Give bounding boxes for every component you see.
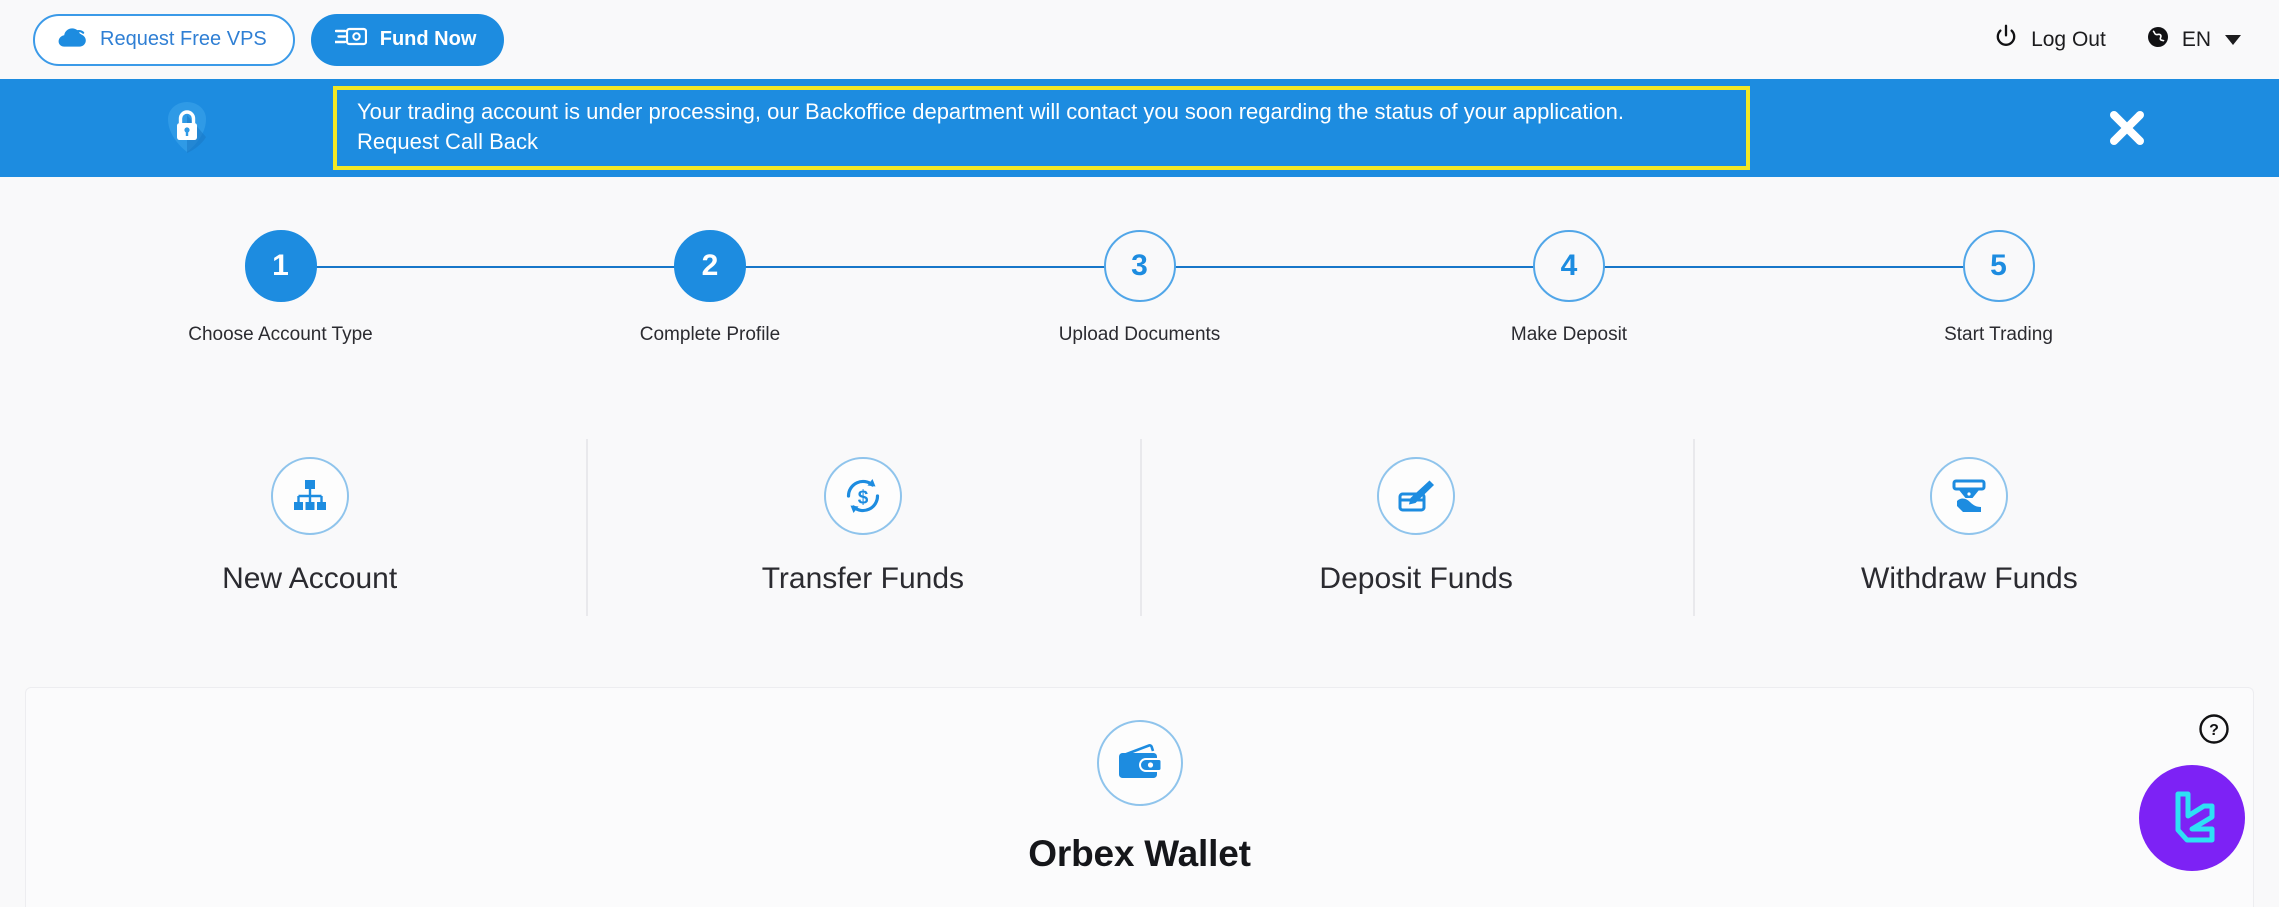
lock-shield-icon xyxy=(156,97,218,159)
power-icon xyxy=(1993,24,2019,56)
step-make-deposit[interactable]: 4 Make Deposit xyxy=(1494,230,1644,346)
onboarding-stepper: 1 Choose Account Type 2 Complete Profile… xyxy=(0,177,2279,382)
svg-text:?: ? xyxy=(2209,722,2219,739)
banner-message-text: Your trading account is under processing… xyxy=(357,99,1624,125)
org-chart-icon xyxy=(270,457,349,535)
card-pen-icon xyxy=(1377,457,1456,535)
step-number-badge: 5 xyxy=(1962,230,2035,302)
wallet-icon xyxy=(1096,720,1183,806)
step-complete-profile[interactable]: 2 Complete Profile xyxy=(635,230,785,346)
action-withdraw-funds[interactable]: Withdraw Funds xyxy=(1692,425,2246,630)
chevron-down-icon xyxy=(2225,34,2241,45)
svg-text:$: $ xyxy=(858,488,869,509)
fund-now-button[interactable]: Fund Now xyxy=(310,13,505,66)
globe-icon xyxy=(2146,25,2170,55)
step-start-trading[interactable]: 5 Start Trading xyxy=(1924,230,2074,346)
language-label: EN xyxy=(2181,27,2211,51)
step-label: Choose Account Type xyxy=(188,324,373,345)
cloud-signal-icon xyxy=(57,25,87,55)
step-label: Upload Documents xyxy=(1058,324,1221,345)
fund-now-label: Fund Now xyxy=(379,28,477,50)
step-label: Complete Profile xyxy=(639,324,781,345)
orbex-wallet-panel: Orbex Wallet xyxy=(25,687,2254,907)
step-number-badge: 4 xyxy=(1533,230,1605,302)
action-label: Transfer Funds xyxy=(761,562,965,595)
logout-label: Log Out xyxy=(2031,27,2106,51)
request-free-vps-button[interactable]: Request Free VPS xyxy=(33,13,295,66)
quick-actions-row: New Account $ Transfer Funds Deposit Fun… xyxy=(33,425,2246,630)
atm-cash-icon xyxy=(1930,457,2009,535)
request-call-back-link[interactable]: Request Call Back xyxy=(357,127,1732,157)
step-number-badge: 2 xyxy=(674,230,746,302)
fast-payment-icon xyxy=(333,26,367,54)
step-label: Make Deposit xyxy=(1510,324,1628,345)
banner-message-box: Your trading account is under processing… xyxy=(333,86,1750,170)
action-new-account[interactable]: New Account xyxy=(33,425,586,630)
header-user-controls: Log Out EN xyxy=(1993,24,2241,56)
language-selector[interactable]: EN xyxy=(2146,25,2241,55)
question-circle-icon[interactable]: ? xyxy=(2198,713,2230,745)
live-chat-button[interactable] xyxy=(2139,765,2245,871)
action-label: Withdraw Funds xyxy=(1861,562,2078,595)
account-status-banner: Your trading account is under processing… xyxy=(0,79,2279,177)
step-label: Start Trading xyxy=(1944,324,2053,345)
request-free-vps-label: Request Free VPS xyxy=(100,28,267,50)
step-number-badge: 1 xyxy=(244,230,317,302)
livechat-logo-icon xyxy=(2159,783,2225,854)
action-transfer-funds[interactable]: $ Transfer Funds xyxy=(586,425,1139,630)
header-actions: Request Free VPS Fund Now xyxy=(33,13,505,66)
step-upload-documents[interactable]: 3 Upload Documents xyxy=(1059,230,1220,346)
action-label: New Account xyxy=(222,562,398,595)
action-deposit-funds[interactable]: Deposit Funds xyxy=(1139,425,1693,630)
dollar-refresh-icon: $ xyxy=(823,457,902,535)
top-header: Request Free VPS Fund Now Log Out EN xyxy=(0,0,2279,79)
wallet-title: Orbex Wallet xyxy=(1028,833,1251,874)
step-number-badge: 3 xyxy=(1103,230,1176,302)
step-choose-account-type[interactable]: 1 Choose Account Type xyxy=(188,230,373,346)
logout-button[interactable]: Log Out xyxy=(1993,24,2106,56)
close-icon[interactable] xyxy=(2105,106,2149,150)
action-label: Deposit Funds xyxy=(1319,562,1513,595)
